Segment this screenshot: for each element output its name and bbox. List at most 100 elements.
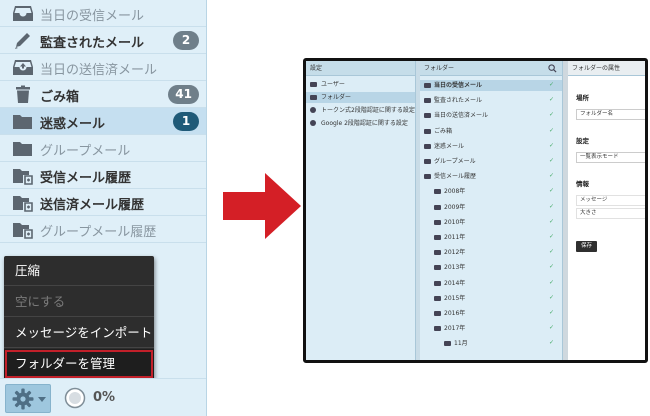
folder-name-input[interactable]: フォルダー名: [576, 109, 645, 120]
folder-item-inbox-history[interactable]: 受信メール履歴: [0, 162, 206, 189]
folder-label: グループメール履歴: [40, 225, 157, 240]
folder-icon: [424, 159, 431, 164]
folder-tree-label: 11月: [454, 340, 468, 348]
folder-tree-item[interactable]: 2016年 ✓: [420, 308, 562, 319]
settings-list-item[interactable]: フォルダー: [306, 92, 415, 103]
sent-tray-icon: [12, 58, 34, 77]
check-icon[interactable]: ✓: [549, 188, 555, 194]
folder-tree-item[interactable]: 2011年 ✓: [420, 232, 562, 243]
check-icon[interactable]: ✓: [549, 340, 555, 346]
folder-tree-label: 2009年: [444, 203, 466, 211]
folder-tree-label: 当日の送信済メール: [434, 112, 489, 120]
folder-item-today-inbox[interactable]: 当日の受信メール: [0, 0, 206, 27]
folder-item-trash[interactable]: ごみ箱 41: [0, 81, 206, 108]
chevron-down-icon: [38, 397, 46, 402]
folder-tree-label: 2010年: [444, 218, 466, 226]
check-icon[interactable]: ✓: [549, 142, 555, 149]
folder-sidebar: 当日の受信メール 監査されたメール 2 当日の送信済メール ごみ箱 41 迷惑メール 1 グルー…: [0, 0, 207, 416]
menu-item-import-messages[interactable]: メッセージをインポート: [4, 318, 154, 348]
folder-tree-label: グループメール: [434, 158, 476, 165]
folder-tree-item[interactable]: 監査されたメール ✓: [420, 95, 562, 106]
folder-item-sent-history[interactable]: 送信済メール履歴: [0, 189, 206, 216]
folder-tree-item[interactable]: 2010年 ✓: [420, 217, 562, 228]
folder-properties-title: フォルダーの属性: [568, 61, 645, 76]
folder-icon: [444, 341, 451, 347]
folder-tree-item[interactable]: 2014年 ✓: [420, 278, 562, 289]
settings-menu-button[interactable]: [5, 384, 51, 413]
folder-context-menu: 圧縮 空にする メッセージをインポート フォルダーを管理: [4, 256, 154, 380]
settings-list-item[interactable]: ユーザー: [306, 79, 415, 90]
folder-tree-item[interactable]: 11月 ✓: [420, 338, 562, 349]
folder-tree-item[interactable]: 迷惑メール ✓: [420, 141, 562, 152]
check-icon[interactable]: ✓: [549, 112, 555, 118]
check-icon[interactable]: ✓: [549, 234, 555, 240]
unread-count-badge: 1: [173, 112, 199, 131]
folder-label: グループメール: [40, 144, 131, 159]
folder-item-today-sent[interactable]: 当日の送信済メール: [0, 54, 206, 81]
check-icon[interactable]: ✓: [549, 325, 555, 331]
folder-tree-label: ごみ箱: [434, 127, 453, 135]
settings-list-item[interactable]: トークン式2段階認証に関する設定: [306, 105, 415, 116]
folder-tree-item[interactable]: 2012年 ✓: [420, 247, 562, 258]
info-label: 情報: [576, 180, 589, 188]
folder-icon: [434, 326, 441, 332]
menu-item-manage-folders[interactable]: フォルダーを管理: [4, 349, 154, 379]
settings-list-item[interactable]: Google 2段階認証に関する設定: [306, 118, 415, 129]
folder-label: 受信メール履歴: [40, 171, 132, 186]
folder-label: 監査されたメール: [40, 36, 145, 51]
check-icon[interactable]: ✓: [549, 310, 555, 316]
folder-tree-item[interactable]: 2009年 ✓: [420, 202, 562, 213]
check-icon[interactable]: ✓: [549, 158, 555, 164]
folder-tree-item[interactable]: 2015年 ✓: [420, 293, 562, 304]
menu-item-empty: 空にする: [4, 287, 154, 317]
folder-management-screenshot: 設定 ユーザーフォルダートークン式2段階認証に関する設定 Google 2段階認証…: [303, 58, 648, 363]
unread-count-badge: 41: [168, 85, 199, 104]
folder-item-group-mail[interactable]: グループメール: [0, 135, 206, 162]
check-icon[interactable]: ✓: [549, 173, 555, 179]
gear-icon: [310, 107, 316, 113]
folder-tree-label: 2012年: [444, 249, 466, 257]
folder-tree-label: 監査されたメール: [434, 97, 483, 105]
check-icon[interactable]: ✓: [549, 82, 555, 88]
settings-list-label: フォルダー: [321, 94, 352, 101]
list-display-mode-select[interactable]: 一覧表示モード: [576, 152, 645, 163]
folder-item-group-history[interactable]: グループメール履歴: [0, 216, 206, 243]
check-icon[interactable]: ✓: [549, 97, 555, 103]
check-icon[interactable]: ✓: [549, 264, 555, 270]
folder-tree-item[interactable]: 2017年 ✓: [420, 323, 562, 334]
folder-icon: [424, 113, 431, 119]
check-icon[interactable]: ✓: [549, 218, 555, 225]
save-button[interactable]: 保存: [576, 241, 598, 252]
folder-tree-item[interactable]: グループメール ✓: [420, 156, 562, 167]
trash-icon: [12, 85, 34, 104]
inbox-icon: [12, 4, 34, 23]
check-icon[interactable]: ✓: [549, 127, 555, 134]
folder-tree-item[interactable]: 当日の受信メール ✓: [420, 80, 562, 91]
folder-tree-label: 2016年: [444, 310, 466, 317]
menu-item-compress[interactable]: 圧縮: [4, 256, 154, 286]
folder-tree-item[interactable]: 2008年 ✓: [420, 186, 562, 197]
settings-label: 設定: [576, 137, 589, 145]
check-icon[interactable]: ✓: [549, 279, 555, 286]
check-icon[interactable]: ✓: [549, 294, 555, 301]
check-icon[interactable]: ✓: [549, 249, 555, 255]
folder-tree-item[interactable]: 当日の送信済メール ✓: [420, 110, 562, 121]
folder-icon: [424, 174, 431, 180]
folder-item-audited[interactable]: 監査されたメール 2: [0, 27, 206, 54]
folder-icon: [434, 204, 441, 210]
folder-item-junk[interactable]: 迷惑メール 1: [0, 108, 206, 135]
folder-tree-label: 2011年: [444, 234, 466, 241]
sidebar-bottom-bar: 0%: [0, 378, 206, 416]
folder-tree-panel: フォルダー 当日の受信メール ✓ 監査されたメール ✓ 当日の送信済メール ✓ ごみ箱 ✓ 迷惑…: [420, 61, 563, 360]
search-icon[interactable]: [548, 64, 557, 73]
check-icon[interactable]: ✓: [549, 203, 555, 210]
folder-tree-label: 2008年: [444, 188, 466, 196]
folder-tree-item[interactable]: 2013年 ✓: [420, 262, 562, 273]
folder-tree-item[interactable]: 受信メール履歴 ✓: [420, 171, 562, 182]
folder-icon: [434, 219, 441, 225]
folder-icon: [424, 83, 431, 88]
pencil-icon: [12, 31, 34, 50]
folder-icon: [434, 311, 441, 316]
settings-panel-title: 設定: [306, 61, 415, 76]
folder-tree-item[interactable]: ごみ箱 ✓: [420, 126, 562, 137]
